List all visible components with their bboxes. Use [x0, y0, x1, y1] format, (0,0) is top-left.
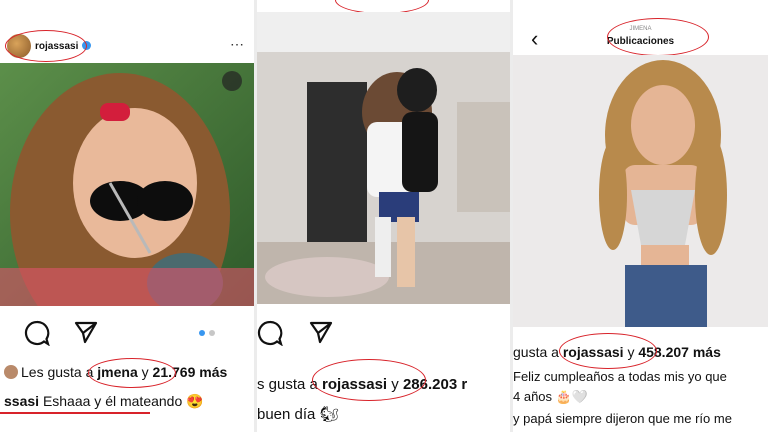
likes-line: s gusta a rojassasi y 286.203 r — [257, 376, 510, 393]
photo-girl-with-mate — [0, 63, 254, 306]
likes-more[interactable]: más — [199, 364, 227, 380]
caption-text: Eshaaa y él mateando — [42, 393, 183, 409]
panel-divider — [510, 0, 513, 432]
likes-line: gusta a rojassasi y 458.207 más — [513, 344, 768, 360]
likes-more[interactable]: r — [461, 376, 467, 393]
likes-prefix: s gusta a — [257, 376, 318, 393]
comment-icon[interactable] — [24, 320, 50, 346]
likes-and: y — [627, 344, 635, 360]
post-username[interactable]: rojassasi — [35, 41, 78, 52]
comment-icon[interactable] — [257, 320, 283, 346]
likes-username[interactable]: rojassasi — [563, 344, 624, 360]
post-panel-1: rojassasi ⋯ Les gusta a jmena y 21.769 m… — [0, 0, 254, 432]
caption-line-2: 4 años 🎂🤍 — [513, 389, 589, 404]
header-username: JIMENA — [629, 26, 652, 32]
carousel-dot — [209, 330, 215, 336]
caption-username[interactable]: ssasi — [4, 393, 39, 409]
highlight-underline — [0, 412, 150, 414]
post-photo[interactable] — [513, 55, 768, 327]
verified-icon — [82, 41, 91, 50]
likes-username[interactable]: jmena — [97, 364, 137, 380]
likes-and: y — [141, 364, 149, 380]
caption-text: buen día — [257, 406, 316, 423]
top-nav: ‹ JIMENA Publicaciones — [513, 18, 768, 56]
share-icon[interactable] — [309, 320, 333, 344]
photo-mother-hugging-child — [257, 12, 510, 304]
caption-emoji: 😍 — [186, 393, 204, 409]
more-icon[interactable]: ⋯ — [230, 36, 244, 53]
action-bar — [257, 312, 510, 352]
caption-line-3: y papá siempre dijeron que me río me — [513, 411, 732, 426]
post-panel-3: ‹ JIMENA Publicaciones gusta a rojassasi… — [513, 0, 768, 432]
likes-username[interactable]: rojassasi — [322, 376, 387, 393]
caption-line: buen día 🐿 — [257, 405, 510, 423]
post-photo[interactable] — [0, 63, 254, 306]
likes-prefix: Les gusta a — [21, 364, 94, 380]
likes-avatar — [4, 365, 18, 379]
post-header: rojassasi ⋯ — [0, 30, 254, 64]
action-bar — [0, 312, 254, 352]
likes-count[interactable]: 21.769 — [153, 364, 196, 380]
likes-count[interactable]: 286.203 — [403, 376, 457, 393]
panel-divider — [254, 0, 257, 432]
share-icon[interactable] — [74, 320, 98, 344]
likes-line: Les gusta a jmena y 21.769 más — [4, 364, 254, 380]
page-title: Publicaciones — [606, 36, 675, 47]
likes-count[interactable]: 458.207 — [638, 344, 689, 360]
likes-and: y — [391, 376, 399, 393]
post-photo[interactable] — [257, 12, 510, 304]
caption-emoji: 🐿 — [319, 406, 339, 423]
post-panel-2: s gusta a rojassasi y 286.203 r buen día… — [257, 0, 510, 432]
avatar[interactable] — [7, 34, 31, 58]
likes-prefix: gusta a — [513, 344, 559, 360]
photo-woman-portrait — [513, 55, 768, 327]
caption-line-1: Feliz cumpleaños a todas mis yo que — [513, 369, 727, 384]
carousel-dot-active — [199, 330, 205, 336]
likes-more[interactable]: más — [693, 344, 721, 360]
caption-line: ssasi Eshaaa y él mateando 😍 — [4, 393, 254, 410]
